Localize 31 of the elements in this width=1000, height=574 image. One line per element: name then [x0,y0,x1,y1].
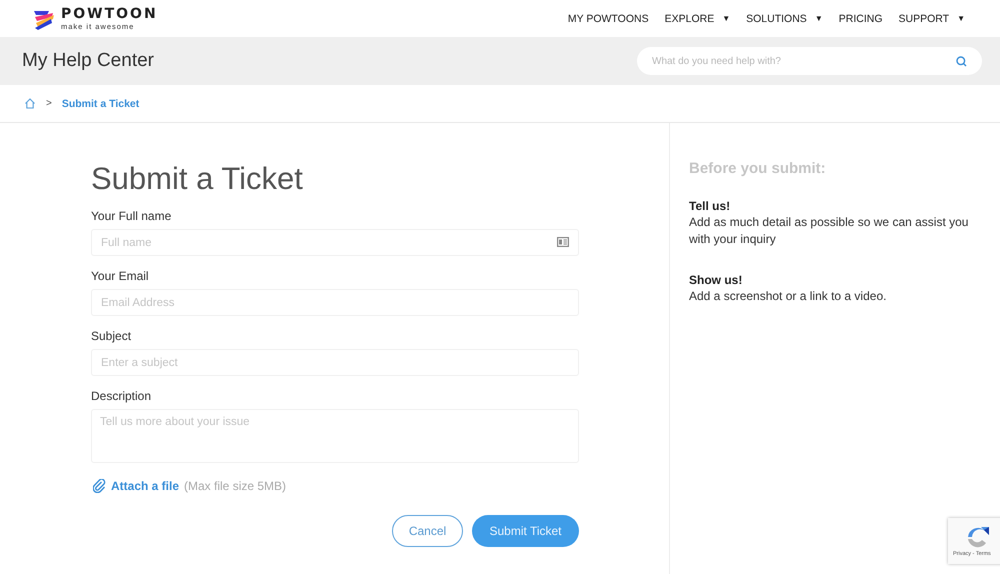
input-field[interactable]: Email Address [91,289,579,316]
home-icon[interactable] [24,98,36,109]
tip-text: Add as much detail as possible so we can assist you with your inquiry [689,214,970,248]
file-size-note: (Max file size 5MB) [184,479,286,493]
text-area[interactable]: Tell us more about your issue [91,409,579,463]
breadcrumb-separator: > [46,98,52,109]
field-label: Your Email [91,269,150,283]
form-title: Submit a Ticket [91,161,304,197]
search-field[interactable]: What do you need help with? [637,47,982,75]
caret-icon: ▼ [722,14,730,23]
nav-link[interactable]: SOLUTIONS ▼ [746,12,823,24]
input-field[interactable]: Enter a subject [91,349,579,376]
nav-link[interactable]: MY POWTOONS [568,12,649,24]
id-card-icon [557,237,569,247]
field-label: Subject [91,329,132,343]
input-field[interactable]: Full name [91,229,579,256]
nav-link[interactable]: SUPPORT ▼ [898,12,965,24]
page-title: My Help Center [22,50,154,72]
caret-icon: ▼ [814,14,823,23]
nav-link[interactable]: EXPLORE ▼ [664,12,730,24]
tip-heading: Tell us! [689,198,732,214]
field-label: Your Full name [91,209,172,223]
paperclip-icon[interactable] [93,479,106,493]
caret-icon: ▼ [957,14,965,23]
search-icon[interactable] [956,56,967,67]
logo-name[interactable]: POWTOON [61,6,158,22]
tip-heading: Show us! [689,272,744,288]
tip-text: Add a screenshot or a link to a video. [689,288,888,305]
field-label: Description [91,389,152,403]
aside-title: Before you submit: [689,160,827,177]
nav-link[interactable]: PRICING [838,12,882,24]
